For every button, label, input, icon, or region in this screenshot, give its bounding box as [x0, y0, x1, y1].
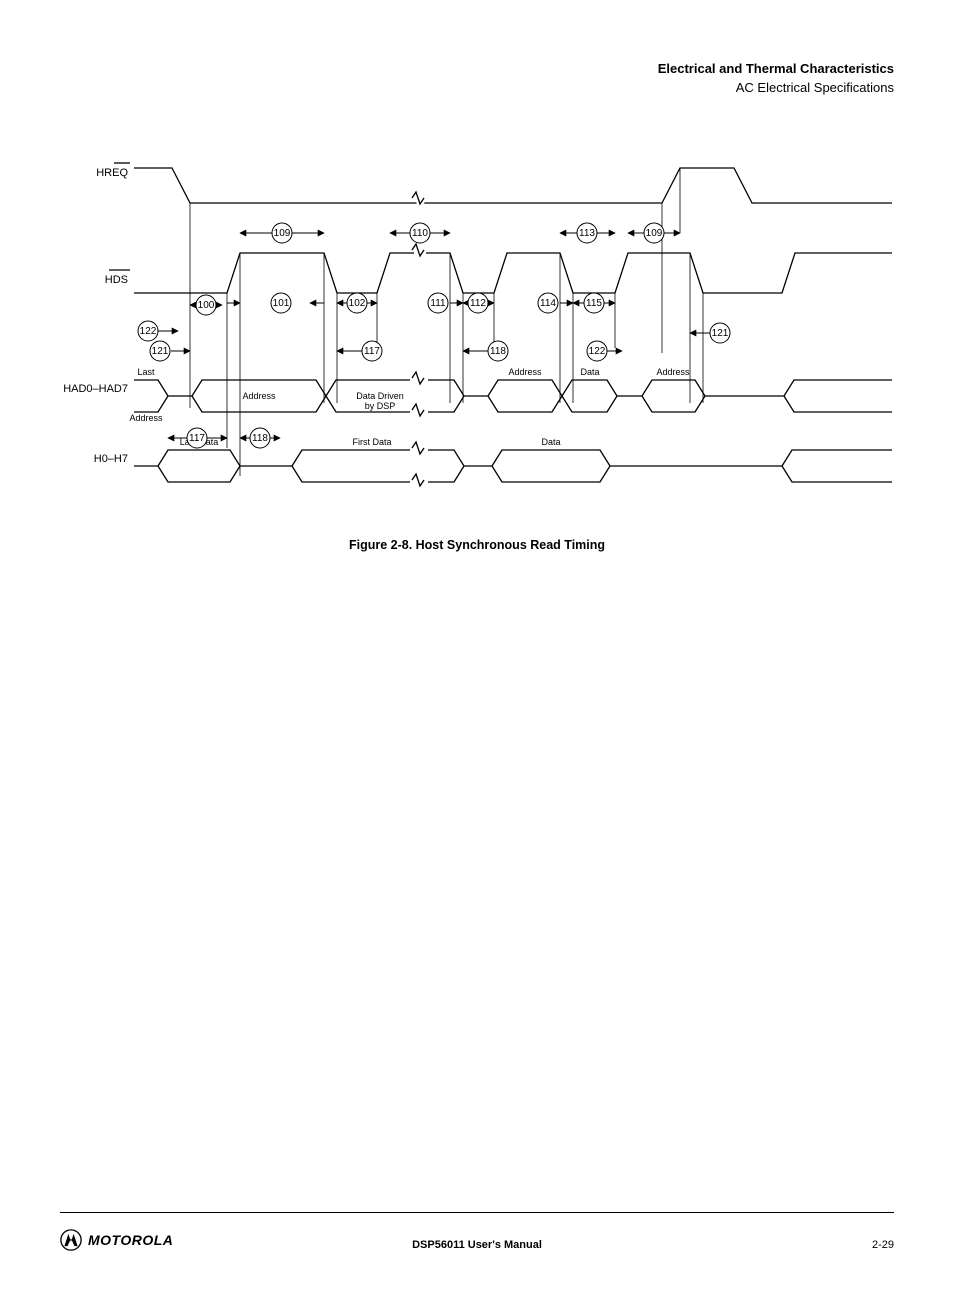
label-had: HAD0–HAD7	[63, 383, 128, 395]
timing-115: 115	[573, 293, 615, 313]
timing-101: 101	[227, 293, 324, 313]
svg-text:100: 100	[198, 300, 215, 311]
timing-121b: 121	[690, 323, 730, 343]
hdata-first: First Data	[352, 437, 391, 447]
timing-109: 109	[240, 223, 324, 243]
timing-102: 102	[337, 293, 377, 313]
guide-lines	[190, 168, 703, 476]
had-address3: Address	[656, 367, 690, 377]
had-address2: Address	[508, 367, 542, 377]
svg-text:121: 121	[152, 346, 169, 357]
svg-text:109: 109	[646, 228, 663, 239]
label-hds: HDS	[105, 274, 128, 286]
svg-text:122: 122	[140, 326, 157, 337]
timing-111: 111	[428, 293, 463, 313]
header-line2: AC Electrical Specifications	[60, 79, 894, 98]
timing-113: 113	[560, 223, 615, 243]
timing-114: 114	[538, 293, 573, 313]
had-lastaddr-bot: Address	[129, 413, 163, 423]
timing-118: 118	[463, 341, 508, 361]
timing-109b: 109	[628, 223, 680, 243]
had-datadriven: Data Driven	[356, 391, 404, 401]
timing-112: 112	[463, 293, 494, 313]
svg-text:102: 102	[349, 298, 366, 309]
timing-figure: HREQ HDS HAD0–HAD7 H0–H7	[60, 148, 894, 552]
wave-hreq	[134, 168, 892, 204]
svg-text:114: 114	[540, 298, 556, 309]
svg-text:101: 101	[273, 298, 290, 309]
wave-hds	[134, 244, 892, 293]
figure-caption: Figure 2-8. Host Synchronous Read Timing	[60, 538, 894, 552]
svg-text:110: 110	[412, 228, 428, 239]
timing-118b: 118	[240, 428, 280, 448]
svg-text:118: 118	[252, 433, 268, 444]
header-line1: Electrical and Thermal Characteristics	[60, 60, 894, 79]
had-address1: Address	[242, 391, 276, 401]
timing-100: 100	[190, 295, 222, 315]
timing-121a: 121	[150, 341, 190, 361]
timing-122a: 122	[138, 321, 178, 341]
timing-diagram: HREQ HDS HAD0–HAD7 H0–H7	[60, 148, 894, 528]
svg-text:121: 121	[712, 328, 729, 339]
footer-rule	[60, 1212, 894, 1213]
wave-hdata	[134, 442, 892, 486]
timing-122b: 122	[587, 341, 622, 361]
page-header: Electrical and Thermal Characteristics A…	[60, 60, 894, 98]
svg-text:117: 117	[364, 346, 380, 357]
hdata-data: Data	[541, 437, 560, 447]
footer-center: DSP56011 User's Manual	[60, 1239, 894, 1251]
svg-text:122: 122	[589, 346, 606, 357]
svg-text:109: 109	[274, 228, 291, 239]
had-lastaddr-top: Last	[137, 367, 155, 377]
svg-text:111: 111	[430, 298, 446, 309]
timing-110: 110	[390, 223, 450, 243]
had-data: Data	[580, 367, 599, 377]
svg-text:117: 117	[189, 433, 205, 444]
svg-text:118: 118	[490, 346, 506, 357]
svg-text:112: 112	[470, 298, 486, 309]
timing-117: 117	[337, 341, 382, 361]
label-hreq: HREQ	[96, 167, 128, 179]
label-hdata: H0–H7	[94, 453, 128, 465]
svg-text:113: 113	[579, 228, 595, 239]
svg-text:115: 115	[586, 298, 602, 309]
had-datadriven2: by DSP	[365, 401, 396, 411]
page-footer: MOTOROLA DSP56011 User's Manual 2-29	[60, 1229, 894, 1251]
